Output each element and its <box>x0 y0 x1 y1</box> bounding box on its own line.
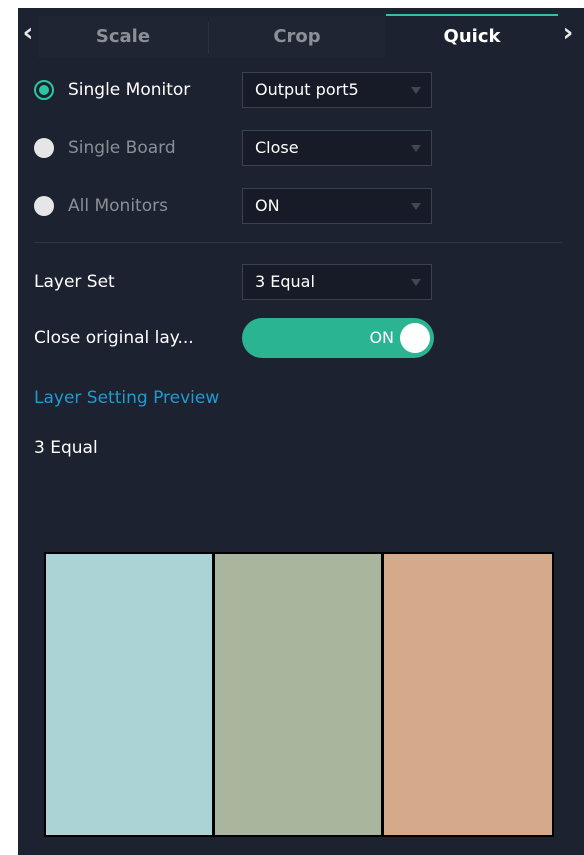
layer-set-select[interactable]: 3 Equal <box>242 264 432 300</box>
toggle-state: ON <box>369 328 394 347</box>
chevron-right-icon[interactable]: › <box>558 18 578 48</box>
chevron-left-icon[interactable]: ‹ <box>18 18 38 48</box>
section-divider <box>34 242 562 243</box>
close-original-label: Close original lay... <box>34 328 194 348</box>
caret-down-icon <box>411 145 421 152</box>
layer-setting-preview-heading: Layer Setting Preview <box>34 388 220 408</box>
layer-pane-2 <box>215 554 381 835</box>
caret-down-icon <box>411 87 421 94</box>
tab-quick[interactable]: Quick <box>386 14 558 58</box>
select-value: 3 Equal <box>255 272 315 291</box>
preview-layout-name: 3 Equal <box>34 438 98 458</box>
single-board-select[interactable]: Close <box>242 130 432 166</box>
mode-row-single-monitor: Single Monitor Output port5 <box>18 70 584 110</box>
tab-scale[interactable]: Scale <box>38 16 208 58</box>
caret-down-icon <box>411 203 421 210</box>
radio-single-board[interactable] <box>34 138 54 158</box>
tab-crop[interactable]: Crop <box>209 16 385 58</box>
radio-single-monitor[interactable] <box>34 80 54 100</box>
select-value: ON <box>255 196 280 215</box>
layer-pane-3 <box>384 554 552 835</box>
caret-down-icon <box>411 279 421 286</box>
select-value: Close <box>255 138 299 157</box>
radio-label-single-board: Single Board <box>68 138 176 158</box>
toggle-knob <box>400 323 430 353</box>
mode-row-all-monitors: All Monitors ON <box>18 186 584 226</box>
radio-all-monitors[interactable] <box>34 196 54 216</box>
quick-settings-panel: ‹ Scale Crop Quick › Single Monitor Outp… <box>18 8 584 855</box>
mode-row-single-board: Single Board Close <box>18 128 584 168</box>
close-original-toggle[interactable]: ON <box>242 318 434 358</box>
tab-bar: ‹ Scale Crop Quick › <box>18 8 584 58</box>
layer-preview <box>44 552 554 837</box>
radio-label-single-monitor: Single Monitor <box>68 80 191 100</box>
layer-pane-1 <box>46 554 212 835</box>
all-monitors-select[interactable]: ON <box>242 188 432 224</box>
output-port-select[interactable]: Output port5 <box>242 72 432 108</box>
radio-label-all-monitors: All Monitors <box>68 196 168 216</box>
layer-set-label: Layer Set <box>34 272 115 292</box>
select-value: Output port5 <box>255 80 359 99</box>
